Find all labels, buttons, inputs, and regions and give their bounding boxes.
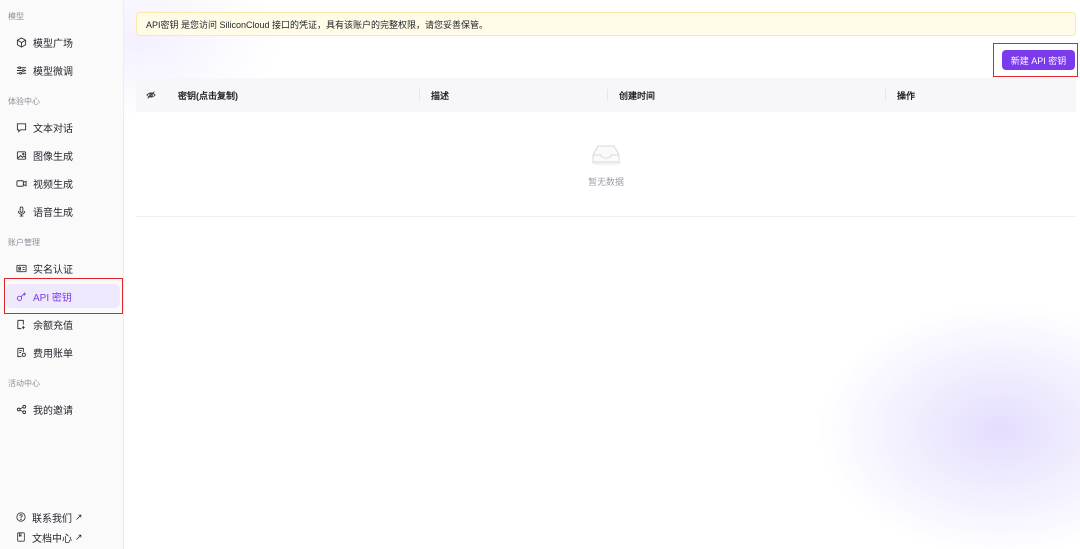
sidebar-item-label: 图像生成 bbox=[33, 151, 73, 163]
sidebar-item-invitations[interactable]: 我的邀请 bbox=[6, 397, 120, 421]
document-icon bbox=[16, 532, 26, 542]
sidebar-item-text-chat[interactable]: 文本对话 bbox=[6, 115, 120, 139]
eye-off-icon[interactable] bbox=[146, 78, 156, 112]
footer-link-contact[interactable]: 联系我们 ↗ bbox=[16, 509, 83, 525]
sliders-icon bbox=[16, 65, 27, 76]
empty-inbox-icon bbox=[589, 142, 623, 166]
image-icon bbox=[16, 150, 27, 161]
column-header-key: 密钥(点击复制) bbox=[178, 90, 238, 101]
external-link-icon: ↗ bbox=[75, 531, 83, 542]
sidebar-item-label: 模型广场 bbox=[33, 38, 73, 50]
section-title-experience: 体验中心 bbox=[8, 97, 40, 106]
wallet-icon bbox=[16, 319, 27, 330]
notice-text: API密钥 是您访问 SiliconCloud 接口的凭证，具有该账户的完整权限… bbox=[146, 19, 489, 30]
key-icon bbox=[16, 291, 27, 302]
column-divider bbox=[419, 89, 420, 101]
api-keys-table: 密钥(点击复制) 描述 创建时间 操作 暂无数据 bbox=[136, 78, 1076, 217]
notice-banner: API密钥 是您访问 SiliconCloud 接口的凭证，具有该账户的完整权限… bbox=[136, 12, 1076, 36]
table-header: 密钥(点击复制) 描述 创建时间 操作 bbox=[136, 78, 1076, 112]
sidebar-item-label: 余额充值 bbox=[33, 320, 73, 332]
cube-icon bbox=[16, 36, 27, 48]
sidebar-item-model-square[interactable]: 模型广场 bbox=[6, 30, 120, 54]
sidebar-item-api-keys[interactable]: API 密钥 bbox=[6, 284, 120, 308]
id-card-icon bbox=[16, 263, 27, 274]
create-api-key-button[interactable]: 新建 API 密钥 bbox=[1002, 50, 1075, 70]
footer-link-docs[interactable]: 文档中心 ↗ bbox=[16, 529, 83, 545]
sidebar-item-label: API 密钥 bbox=[33, 292, 72, 304]
table-empty-state: 暂无数据 bbox=[136, 112, 1076, 217]
microphone-icon bbox=[16, 205, 27, 217]
column-divider bbox=[885, 89, 886, 101]
section-title-account: 账户管理 bbox=[8, 238, 40, 247]
footer-link-label: 文档中心 bbox=[32, 533, 72, 545]
sidebar-item-label: 我的邀请 bbox=[33, 405, 73, 417]
sidebar-item-label: 费用账单 bbox=[33, 348, 73, 360]
column-header-created-time: 创建时间 bbox=[619, 90, 656, 101]
bill-icon bbox=[16, 347, 27, 358]
chat-icon bbox=[16, 122, 27, 133]
share-icon bbox=[16, 404, 27, 415]
sidebar-item-label: 实名认证 bbox=[33, 264, 73, 276]
sidebar-item-video-gen[interactable]: 视频生成 bbox=[6, 171, 120, 195]
column-divider bbox=[607, 89, 608, 101]
column-header-description: 描述 bbox=[431, 90, 450, 101]
sidebar-item-label: 文本对话 bbox=[33, 123, 73, 135]
empty-state-text: 暂无数据 bbox=[587, 177, 624, 187]
sidebar-item-label: 模型微调 bbox=[33, 66, 73, 78]
sidebar-item-billing[interactable]: 费用账单 bbox=[6, 340, 120, 364]
video-icon bbox=[16, 178, 27, 189]
section-title-activity: 活动中心 bbox=[8, 379, 40, 388]
section-title-models: 模型 bbox=[8, 12, 24, 21]
sidebar-item-verification[interactable]: 实名认证 bbox=[6, 256, 120, 280]
help-circle-icon bbox=[16, 512, 26, 522]
footer-link-label: 联系我们 bbox=[32, 513, 72, 525]
sidebar-item-model-finetune[interactable]: 模型微调 bbox=[6, 58, 120, 82]
sidebar-item-label: 语音生成 bbox=[33, 207, 73, 219]
sidebar-item-image-gen[interactable]: 图像生成 bbox=[6, 143, 120, 167]
column-header-actions: 操作 bbox=[897, 90, 916, 101]
sidebar: 模型 模型广场 模型微调 体验中心 文本对话 图像生成 视频生成 语音生成 账户… bbox=[0, 0, 124, 549]
sidebar-item-voice-gen[interactable]: 语音生成 bbox=[6, 199, 120, 223]
sidebar-item-recharge[interactable]: 余额充值 bbox=[6, 312, 120, 336]
sidebar-item-label: 视频生成 bbox=[33, 179, 73, 191]
external-link-icon: ↗ bbox=[75, 511, 83, 522]
